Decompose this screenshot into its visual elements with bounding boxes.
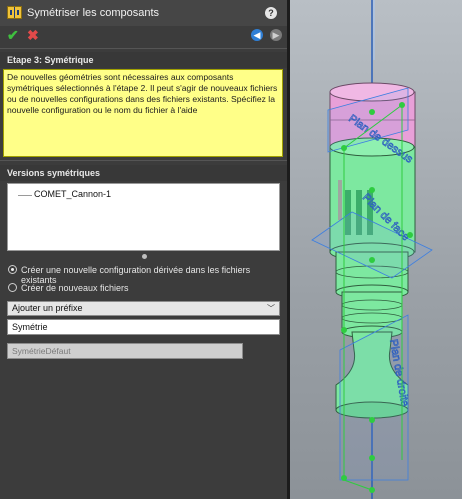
list-item[interactable]: COMET_Cannon-1 [34,189,111,199]
panel-title: Symétriser les composants [27,7,160,19]
graphics-viewport[interactable]: Plan de dessus Plan de face Plan de droi… [290,0,462,499]
close-icon[interactable]: ✖ [27,27,39,44]
chevron-down-icon: ﹀ [267,304,275,313]
list-resize-handle[interactable] [142,254,147,259]
versions-header[interactable]: Versions symétriques [0,165,287,181]
radio-new-files[interactable] [8,283,17,292]
name-input[interactable]: Symétrie [7,319,280,335]
property-manager: Symétriser les composants ? ✔ ✖ ◀ ▶ Etap… [0,0,287,499]
prefix-select-value: Ajouter un préfixe [12,303,83,313]
model-view: Plan de dessus Plan de face Plan de droi… [311,0,433,499]
divider [0,48,287,49]
versions-list[interactable]: COMET_Cannon-1 [7,183,280,251]
help-icon[interactable]: ? [265,7,277,19]
prefix-select[interactable]: Ajouter un préfixe ﹀ [7,301,280,316]
divider [0,160,287,161]
radio-new-configuration-label[interactable]: Créer une nouvelle configuration dérivée… [21,265,287,285]
radio-new-files-label[interactable]: Créer de nouveaux fichiers [21,283,129,293]
body-slot [338,180,342,220]
radio-new-configuration[interactable] [8,265,17,274]
checkmark-icon[interactable]: ✔ [7,27,19,44]
forward-arrow-icon: ▶ [270,29,282,41]
mirror-components-icon [7,6,22,19]
step-header[interactable]: Etape 3: Symétrique [0,52,287,68]
title-bar: Symétriser les composants ? [0,0,287,26]
default-name-input: SymétrieDéfaut [7,343,243,359]
back-arrow-icon[interactable]: ◀ [251,29,263,41]
step-message: De nouvelles géométries sont nécessaires… [3,69,283,157]
tree-connector [18,195,32,196]
